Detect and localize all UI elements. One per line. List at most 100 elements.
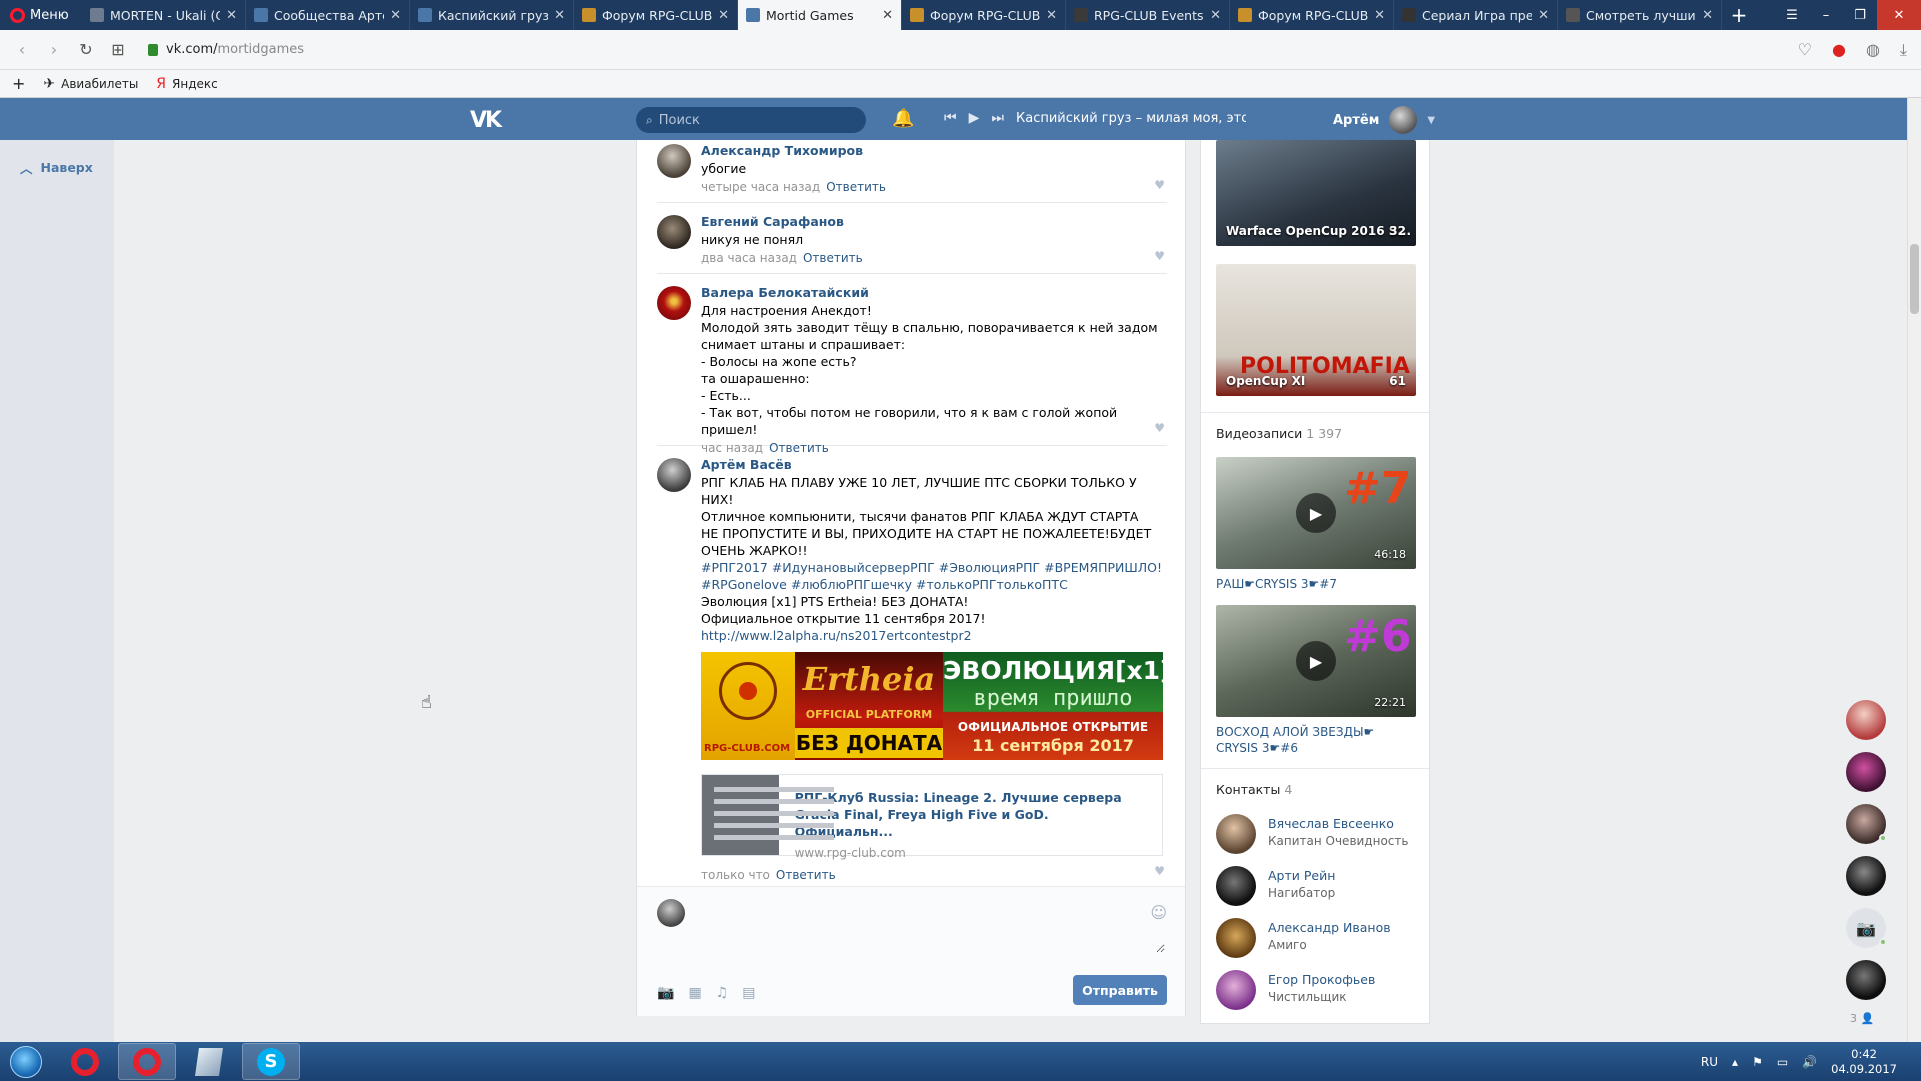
reply-link[interactable]: Ответить — [776, 868, 836, 882]
adblock-icon[interactable]: ● — [1832, 40, 1846, 60]
photo-album[interactable]: Warface OpenCup 2016 S... 32 — [1216, 140, 1416, 246]
contact-item[interactable]: Егор Прокофьев Чистильщик — [1216, 968, 1426, 1012]
scrollbar-thumb[interactable] — [1910, 244, 1919, 314]
contact-name[interactable]: Арти Рейн — [1268, 868, 1335, 883]
contact-item[interactable]: Арти Рейн Нагибатор — [1216, 864, 1426, 908]
contact-item[interactable]: Вячеслав Евсеенко Капитан Очевидность — [1216, 812, 1426, 856]
reply-link[interactable]: Ответить — [826, 180, 886, 194]
new-tab-button[interactable]: + — [1722, 0, 1756, 30]
reload-icon[interactable]: ↻ — [70, 40, 102, 59]
like-heart-icon[interactable]: ♥ — [1154, 178, 1165, 192]
heart-bookmark-icon[interactable]: ♡ — [1798, 40, 1812, 60]
video-thumbnail[interactable]: #6 ▶ 22:21 — [1216, 605, 1416, 717]
avatar[interactable] — [657, 458, 691, 492]
tab-close-icon[interactable]: ✕ — [226, 8, 237, 23]
network-icon[interactable]: ▭ — [1777, 1055, 1788, 1069]
scroll-to-top-column[interactable]: ︿ Наверх — [0, 140, 114, 1042]
tab-close-icon[interactable]: ✕ — [882, 8, 893, 23]
avatar[interactable] — [657, 286, 691, 320]
comment-time[interactable]: только что — [701, 868, 770, 882]
contact-name[interactable]: Вячеслав Евсеенко — [1268, 816, 1394, 831]
snippet-title[interactable]: РПГ-Клуб Russia: Lineage 2. Лучшие серве… — [795, 789, 1146, 840]
browser-tab[interactable]: Mortid Games ✕ — [738, 0, 902, 30]
document-icon[interactable]: ▤ — [742, 985, 755, 1001]
comment-time[interactable]: два часа назад — [701, 251, 797, 265]
like-heart-icon[interactable]: ♥ — [1154, 249, 1165, 263]
tab-close-icon[interactable]: ✕ — [1702, 8, 1713, 23]
search-input[interactable] — [658, 112, 849, 128]
chat-avatar[interactable] — [1846, 700, 1886, 740]
add-bookmark-icon[interactable]: + — [12, 74, 25, 93]
music-note-icon[interactable]: ♫ — [716, 985, 729, 1001]
taskbar-skype[interactable]: S — [242, 1043, 300, 1080]
play-icon[interactable]: ▶ — [969, 110, 980, 126]
volume-icon[interactable]: 🔊 — [1802, 1055, 1817, 1069]
notifications-bell-icon[interactable]: 🔔 — [892, 108, 914, 129]
comment-link[interactable]: http://www.l2alpha.ru/ns2017ertcontestpr… — [701, 627, 1167, 644]
chat-online-count[interactable]: 3 👤 — [1850, 1012, 1874, 1025]
forward-icon[interactable]: › — [38, 40, 70, 59]
comment-author[interactable]: Александр Тихомиров — [701, 142, 1167, 160]
maximize-button[interactable]: ❐ — [1843, 0, 1877, 30]
reply-link[interactable]: Ответить — [769, 441, 829, 455]
browser-tab[interactable]: Каспийский груз - м ✕ — [410, 0, 574, 30]
video-icon[interactable]: ▦ — [688, 985, 701, 1001]
language-indicator[interactable]: RU — [1701, 1055, 1718, 1069]
avatar[interactable] — [657, 144, 691, 178]
browser-tab[interactable]: RPG-CLUB Events Sc ✕ — [1066, 0, 1230, 30]
tab-close-icon[interactable]: ✕ — [1210, 8, 1221, 23]
chat-avatar[interactable] — [1846, 804, 1887, 844]
camera-icon[interactable]: 📷 — [657, 985, 674, 1001]
chat-avatar[interactable] — [1846, 752, 1886, 792]
vpn-globe-icon[interactable]: ◍ — [1866, 40, 1880, 60]
comment-author[interactable]: Евгений Сарафанов — [701, 213, 1167, 231]
user-menu[interactable]: Артём ▼ — [1333, 106, 1435, 134]
tab-menu-icon[interactable]: ☰ — [1775, 0, 1809, 30]
video-thumbnail[interactable]: #7 ▶ 46:18 — [1216, 457, 1416, 569]
browser-tab[interactable]: MORTEN - Ukali (Or ✕ — [82, 0, 246, 30]
tab-close-icon[interactable]: ✕ — [1538, 8, 1549, 23]
minimize-button[interactable]: – — [1809, 0, 1843, 30]
comment-author[interactable]: Валера Белокатайский — [701, 284, 1167, 302]
browser-tab[interactable]: Форум RPG-CLUB. Т ✕ — [1230, 0, 1394, 30]
page-scrollbar[interactable] — [1907, 98, 1921, 1042]
tab-close-icon[interactable]: ✕ — [1374, 8, 1385, 23]
clock[interactable]: 0:42 04.09.2017 — [1831, 1047, 1897, 1077]
speed-dial-icon[interactable]: ⊞ — [102, 40, 134, 59]
taskbar-opera-active[interactable] — [118, 1043, 176, 1080]
opera-menu-button[interactable]: Меню — [0, 0, 82, 30]
browser-tab[interactable]: Сериал Игра прест ✕ — [1394, 0, 1558, 30]
download-icon[interactable]: ⤓ — [1900, 40, 1907, 60]
tab-close-icon[interactable]: ✕ — [554, 8, 565, 23]
browser-tab[interactable]: Форум RPG-CLUB. Т ✕ — [902, 0, 1066, 30]
contact-item[interactable]: Александр Иванов Амиго — [1216, 916, 1426, 960]
send-button[interactable]: Отправить — [1073, 975, 1167, 1005]
taskbar-opera-pinned[interactable] — [56, 1043, 114, 1080]
link-snippet[interactable]: РПГ-Клуб Russia: Lineage 2. Лучшие серве… — [701, 774, 1163, 860]
start-button[interactable] — [0, 1042, 52, 1081]
tab-close-icon[interactable]: ✕ — [1046, 8, 1057, 23]
taskbar-notepad[interactable] — [180, 1043, 238, 1080]
chat-avatar[interactable] — [1846, 856, 1886, 896]
like-heart-icon[interactable]: ♥ — [1154, 864, 1165, 878]
tab-close-icon[interactable]: ✕ — [390, 8, 401, 23]
comment-input[interactable] — [695, 897, 1165, 953]
camera-placeholder-icon[interactable]: 📷 — [1846, 908, 1887, 948]
tab-close-icon[interactable]: ✕ — [718, 8, 729, 23]
like-heart-icon[interactable]: ♥ — [1154, 421, 1165, 435]
contact-name[interactable]: Егор Прокофьев — [1268, 972, 1375, 987]
next-track-icon[interactable]: ⏭ — [991, 110, 1004, 126]
url-field[interactable]: vk.com/mortidgames — [148, 37, 1783, 63]
bookmark-yandex[interactable]: Я Яндекс — [156, 76, 217, 92]
comment-time[interactable]: четыре часа назад — [701, 180, 820, 194]
now-playing-title[interactable]: Каспийский груз – милая моя, это... — [1016, 111, 1246, 126]
contact-name[interactable]: Александр Иванов — [1268, 920, 1391, 935]
play-icon[interactable]: ▶ — [1296, 493, 1336, 533]
browser-tab[interactable]: Форум RPG-CLUB. Т ✕ — [574, 0, 738, 30]
close-window-button[interactable]: ✕ — [1877, 0, 1921, 30]
promo-banner-image[interactable]: RPG-CLUB.COM Ertheia OFFICIAL PLATFORM Б… — [701, 652, 1163, 760]
videos-section-title[interactable]: Видеозаписи 1 397 — [1216, 426, 1342, 441]
prev-track-icon[interactable]: ⏮ — [944, 110, 957, 126]
chat-avatar[interactable] — [1846, 960, 1886, 1000]
browser-tab[interactable]: Сообщества Артём ✕ — [246, 0, 410, 30]
